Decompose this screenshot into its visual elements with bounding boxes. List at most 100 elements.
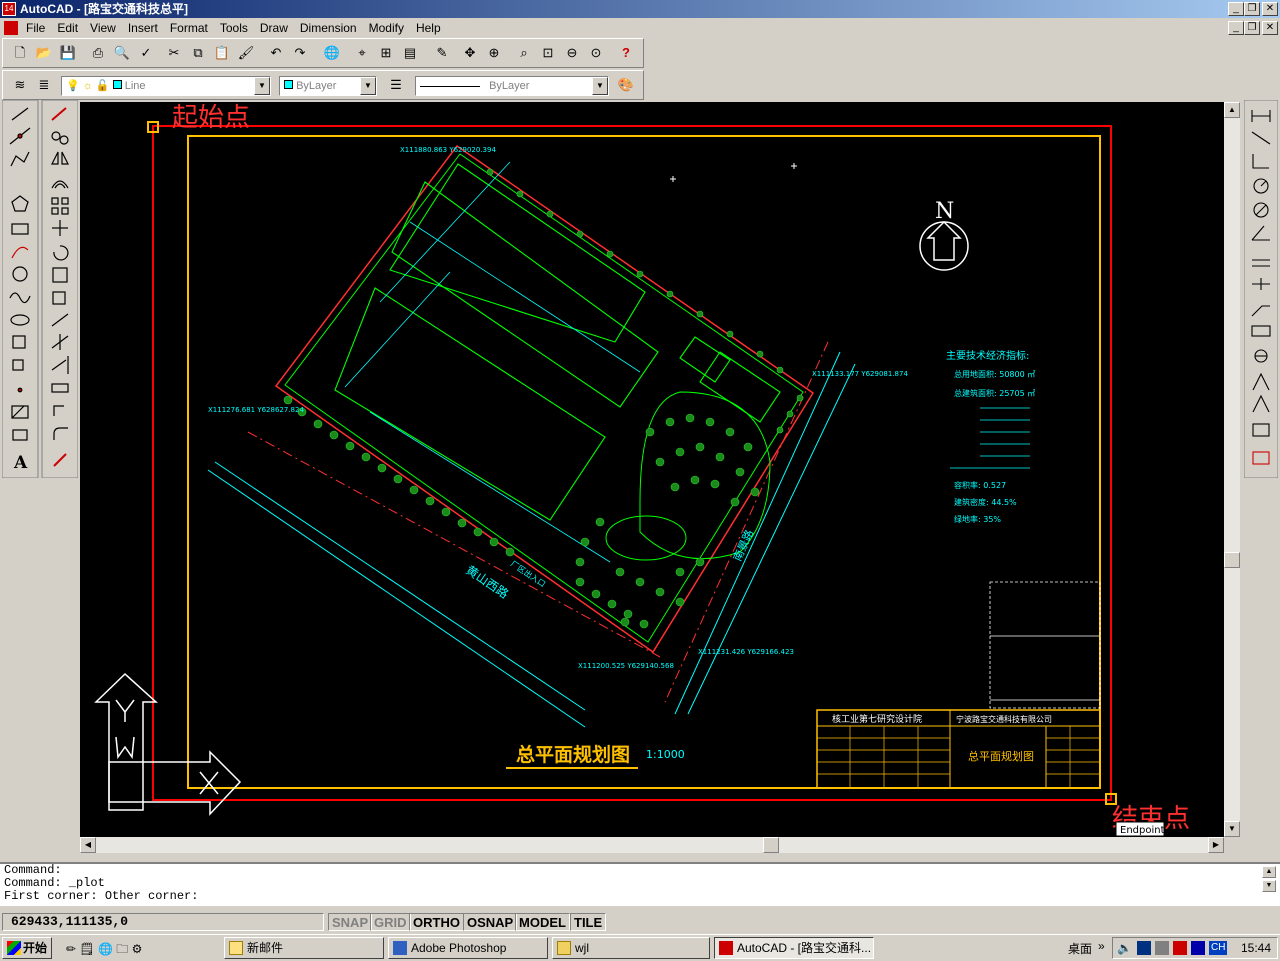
menu-item-tools[interactable]: Tools <box>214 18 254 38</box>
horizontal-scrollbar[interactable]: ◀ ▶ <box>80 837 1224 853</box>
scroll-right-arrow-icon[interactable]: ▶ <box>1208 837 1224 853</box>
vertical-scrollbar[interactable]: ▲ ▼ <box>1224 102 1240 837</box>
chevron-down-icon[interactable]: ▼ <box>254 77 270 95</box>
taskbar-item-folder[interactable]: wjl <box>552 937 710 959</box>
taskbar-item-label: wjl <box>575 941 589 955</box>
color-swatch <box>284 80 293 89</box>
drawing-canvas[interactable]: 起始点 结束点 Endpoint N X111880.863 Y629020.3… <box>80 102 1224 837</box>
tracking-icon[interactable]: ⌖ <box>351 42 373 64</box>
indicator-item: 绿地率: 35% <box>954 514 1001 524</box>
vertical-scroll-thumb[interactable] <box>1224 552 1240 568</box>
ime-icon[interactable] <box>1173 941 1187 955</box>
minimize-icon[interactable]: _ <box>1228 2 1244 16</box>
doc-restore-icon[interactable]: ❐ <box>1244 21 1260 35</box>
osnap-toggle[interactable]: OSNAP <box>463 913 518 931</box>
taskbar-item-photoshop[interactable]: Adobe Photoshop <box>388 937 548 959</box>
copy-icon[interactable]: ⧉ <box>187 42 209 64</box>
match-properties-icon[interactable]: 🖌 <box>235 42 257 64</box>
system-tray: 🔈 CH 15:44 <box>1112 937 1278 959</box>
layers-icon[interactable]: ≋ <box>9 74 31 96</box>
coord-label: X111133.177 Y629081.874 <box>812 370 908 378</box>
menu-item-edit[interactable]: Edit <box>51 18 84 38</box>
menu-item-file[interactable]: File <box>20 18 51 38</box>
scroll-up-arrow-icon[interactable]: ▲ <box>1224 102 1240 118</box>
layer-dropdown[interactable]: 💡 ☼ 🔓 Line ▼ <box>61 76 271 96</box>
sheet-border <box>187 135 1101 789</box>
tile-toggle[interactable]: TILE <box>570 913 607 931</box>
document-icon[interactable] <box>4 21 18 35</box>
doc-close-icon[interactable]: ✕ <box>1262 21 1278 35</box>
save-icon[interactable]: 💾 <box>57 42 79 64</box>
chevron-down-icon[interactable]: ▼ <box>592 77 608 95</box>
restore-icon[interactable]: ❐ <box>1244 2 1260 16</box>
start-button[interactable]: 开始 <box>2 937 52 959</box>
spell-check-icon[interactable]: ✓ <box>135 42 157 64</box>
zoom-window-icon[interactable]: ⊡ <box>537 42 559 64</box>
taskbar-item-mail[interactable]: 新邮件 <box>224 937 384 959</box>
horizontal-scroll-thumb[interactable] <box>763 837 779 853</box>
designer-org: 核工业第七研究设计院 <box>832 713 922 725</box>
print-icon[interactable]: ⎙ <box>87 42 109 64</box>
close-icon[interactable]: ✕ <box>1262 2 1278 16</box>
command-scroll-up-icon[interactable]: ▲ <box>1262 866 1276 878</box>
menu-item-insert[interactable]: Insert <box>122 18 164 38</box>
doc-minimize-icon[interactable]: _ <box>1228 21 1244 35</box>
menu-item-view[interactable]: View <box>84 18 122 38</box>
autocad-app-icon[interactable]: 14 <box>2 2 16 16</box>
ortho-toggle[interactable]: ORTHO <box>409 913 464 931</box>
clock: 15:44 <box>1241 941 1272 955</box>
grid-toggle[interactable]: GRID <box>370 913 411 931</box>
quick-launch-app-icon[interactable]: ⚙ <box>132 942 143 956</box>
pan-icon[interactable]: ✥ <box>459 42 481 64</box>
zoom-previous-icon[interactable]: ⊖ <box>561 42 583 64</box>
linetype-dropdown[interactable]: ByLayer ▼ <box>415 76 609 96</box>
windows-logo-icon <box>7 941 21 955</box>
quick-launch-pen-icon[interactable]: ✏ <box>66 942 76 956</box>
redo-icon[interactable]: ↷ <box>289 42 311 64</box>
volume-icon[interactable]: 🔈 <box>1117 941 1132 955</box>
ucs-icon[interactable]: ⊞ <box>375 42 397 64</box>
command-prompt[interactable]: First corner: Other corner: <box>4 890 1280 903</box>
menu-item-modify[interactable]: Modify <box>363 18 410 38</box>
make-layer-current-icon[interactable]: ≣ <box>33 74 55 96</box>
taskbar-item-label: Adobe Photoshop <box>411 941 507 955</box>
chevron-right-icon[interactable]: » <box>1098 939 1105 953</box>
snap-toggle[interactable]: SNAP <box>328 913 373 931</box>
hyperlink-icon[interactable]: 🌐 <box>321 42 343 64</box>
quick-launch-edit-icon[interactable]: 🗒 <box>79 942 94 956</box>
menu-item-dimension[interactable]: Dimension <box>294 18 363 38</box>
menu-item-draw[interactable]: Draw <box>254 18 294 38</box>
scroll-left-arrow-icon[interactable]: ◀ <box>80 837 96 853</box>
scroll-down-arrow-icon[interactable]: ▼ <box>1224 821 1240 837</box>
print-preview-icon[interactable]: 🔍 <box>111 42 133 64</box>
chevron-down-icon[interactable]: ▼ <box>360 77 376 95</box>
aerial-view-icon[interactable]: ⌕ <box>513 42 535 64</box>
properties-icon[interactable]: 🎨 <box>615 74 637 96</box>
undo-icon[interactable]: ↶ <box>265 42 287 64</box>
language-indicator[interactable]: CH <box>1209 941 1228 955</box>
desktop-label[interactable]: 桌面 <box>1068 940 1092 957</box>
color-dropdown[interactable]: ByLayer ▼ <box>279 76 377 96</box>
new-file-icon[interactable]: 🗋 <box>9 42 31 64</box>
media-icon[interactable] <box>1137 941 1151 955</box>
menu-item-help[interactable]: Help <box>410 18 447 38</box>
network-icon[interactable] <box>1155 941 1169 955</box>
redraw-icon[interactable]: ✎ <box>431 42 453 64</box>
input-method-icon[interactable] <box>1191 941 1205 955</box>
menu-item-format[interactable]: Format <box>164 18 214 38</box>
cut-icon[interactable]: ✂ <box>163 42 185 64</box>
command-line[interactable]: Command: Command: _plot First corner: Ot… <box>0 862 1280 906</box>
command-scroll-down-icon[interactable]: ▼ <box>1262 880 1276 892</box>
help-icon[interactable]: ? <box>615 42 637 64</box>
zoom-realtime-icon[interactable]: ⊕ <box>483 42 505 64</box>
open-folder-icon[interactable]: 📂 <box>33 42 55 64</box>
linetype-manager-icon[interactable]: ☰ <box>385 74 407 96</box>
taskbar-item-autocad[interactable]: AutoCAD - [路宝交通科... <box>714 937 874 959</box>
paste-icon[interactable]: 📋 <box>211 42 233 64</box>
quick-launch-folder-icon[interactable]: 🗀 <box>116 942 128 956</box>
title-bar: AutoCAD - [路宝交通科技总平] <box>0 0 1280 18</box>
inquiry-icon[interactable]: ▤ <box>399 42 421 64</box>
zoom-extents-icon[interactable]: ⊙ <box>585 42 607 64</box>
quick-launch-browser-icon[interactable]: 🌐 <box>98 942 113 956</box>
model-toggle[interactable]: MODEL <box>515 913 570 931</box>
